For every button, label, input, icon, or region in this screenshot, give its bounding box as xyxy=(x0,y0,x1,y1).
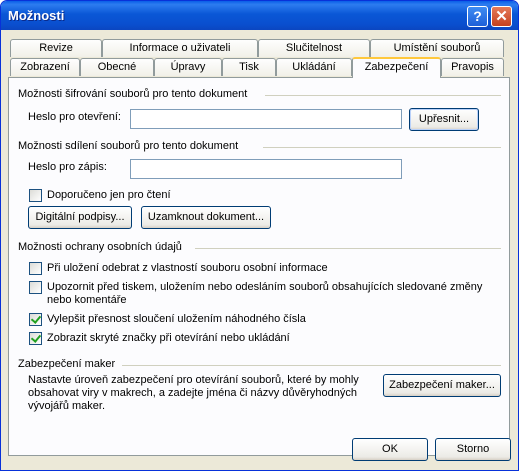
tab-umisteni-souboru[interactable]: Umístění souborů xyxy=(370,39,504,57)
security-panel: Možnosti šifrování souborů pro tento dok… xyxy=(8,77,510,456)
title-bar[interactable]: Možnosti ? ✕ xyxy=(1,1,518,30)
help-icon: ? xyxy=(473,8,482,24)
encryption-section-title: Možnosti šifrování souborů pro tento dok… xyxy=(18,88,248,100)
close-button[interactable]: ✕ xyxy=(491,6,512,27)
close-icon: ✕ xyxy=(495,8,508,25)
ok-button[interactable]: OK xyxy=(352,438,428,461)
privacy-section-title: Možnosti ochrany osobních údajů xyxy=(18,241,182,253)
tab-ukladani[interactable]: Ukládání xyxy=(276,58,352,76)
tab-informace-o-uzivateli[interactable]: Informace o uživateli xyxy=(102,39,258,57)
digital-signatures-button[interactable]: Digitální podpisy... xyxy=(28,206,132,229)
tab-tisk[interactable]: Tisk xyxy=(222,58,276,76)
tab-zabezpeceni[interactable]: Zabezpečení xyxy=(352,57,441,78)
advanced-button[interactable]: Upřesnit... xyxy=(409,108,479,131)
encryption-divider xyxy=(265,95,501,96)
readonly-label: Doporučeno jen pro čtení xyxy=(47,189,171,201)
modify-password-label: Heslo pro zápis: xyxy=(28,161,107,173)
remove-personal-info-label: Při uložení odebrat z vlastností souboru… xyxy=(47,262,328,274)
tab-control: Revize Informace o uživateli Slučitelnos… xyxy=(1,30,518,470)
cancel-button[interactable]: Storno xyxy=(435,438,511,461)
dialog-title: Možnosti xyxy=(8,8,65,23)
tab-pravopis[interactable]: Pravopis xyxy=(441,58,504,76)
warn-tracked-changes-checkbox[interactable] xyxy=(29,281,42,294)
tab-slucitelnost[interactable]: Slučitelnost xyxy=(258,39,370,57)
privacy-divider xyxy=(195,248,501,249)
warn-tracked-changes-label: Upozornit před tiskem, uložením nebo ode… xyxy=(47,281,483,306)
open-password-input[interactable] xyxy=(130,109,402,129)
tab-revize[interactable]: Revize xyxy=(10,39,102,57)
sharing-section-title: Možnosti sdílení souborů pro tento dokum… xyxy=(18,140,239,152)
macro-section-title: Zabezpečení maker xyxy=(18,358,116,370)
protect-document-button[interactable]: Uzamknout dokument... xyxy=(141,206,271,229)
hidden-markup-label: Zobrazit skryté značky při otevírání neb… xyxy=(47,332,290,344)
tab-obecne[interactable]: Obecné xyxy=(80,58,154,76)
readonly-checkbox[interactable] xyxy=(29,189,42,202)
random-number-checkbox[interactable] xyxy=(29,313,42,326)
tab-upravy[interactable]: Úpravy xyxy=(154,58,222,76)
macro-divider xyxy=(122,365,501,366)
open-password-label: Heslo pro otevření: xyxy=(28,111,121,123)
options-dialog: Možnosti ? ✕ Revize Informace o uživatel… xyxy=(0,0,519,471)
random-number-label: Vylepšit přesnost sloučení uložením náho… xyxy=(47,313,306,325)
macro-security-button[interactable]: Zabezpečení maker... xyxy=(383,374,501,397)
modify-password-input[interactable] xyxy=(130,159,402,179)
tab-zobrazeni[interactable]: Zobrazení xyxy=(10,58,80,76)
macro-description: Nastavte úroveň zabezpečení pro otevírán… xyxy=(28,374,359,412)
help-button[interactable]: ? xyxy=(467,6,488,27)
hidden-markup-checkbox[interactable] xyxy=(29,332,42,345)
remove-personal-info-checkbox[interactable] xyxy=(29,262,42,275)
sharing-divider xyxy=(263,147,501,148)
